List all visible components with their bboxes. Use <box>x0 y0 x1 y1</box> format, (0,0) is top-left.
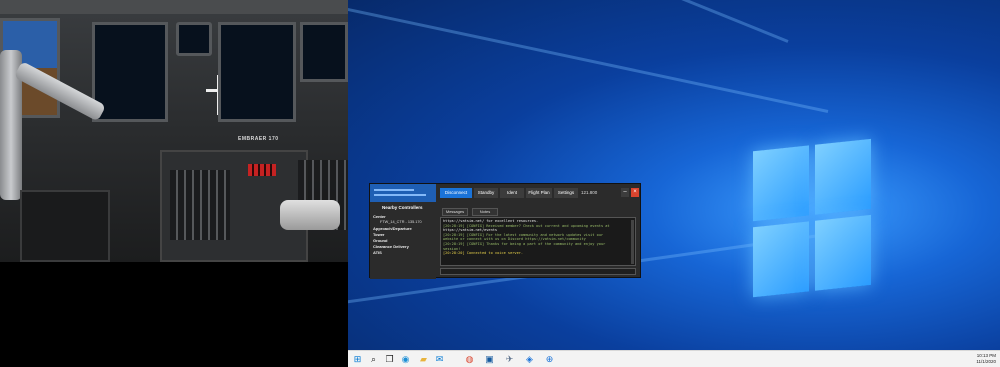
flight-plan-button[interactable]: Flight Plan <box>526 188 552 198</box>
status-line <box>374 194 426 196</box>
mail-icon[interactable]: ✉ <box>434 354 445 365</box>
tab-messages[interactable]: Messages <box>442 208 468 216</box>
photos-icon[interactable]: ▣ <box>484 354 495 365</box>
connection-status-panel <box>370 184 436 202</box>
nearby-controllers-panel: Nearby Controllers Center FTW_14_CTR - 1… <box>370 202 436 279</box>
edge-icon[interactable]: ◉ <box>400 354 411 365</box>
log-line: [20:28:20] Connected to voice server. <box>443 251 524 256</box>
cockpit-view: EMBRAER 170 <box>0 0 348 262</box>
windows-logo <box>753 138 873 302</box>
log-line: [20:28:19] [CONFIG] Thanks for being a p… <box>443 241 606 246</box>
vpilot-icon[interactable]: ◈ <box>524 354 535 365</box>
standby-instrument <box>176 22 212 56</box>
first-officer-display <box>300 22 348 82</box>
message-input[interactable] <box>440 268 636 275</box>
start-icon[interactable]: ⊞ <box>352 354 363 365</box>
light-beam <box>348 0 829 113</box>
disconnect-button[interactable]: Disconnect <box>440 188 472 198</box>
throttle-levers <box>280 200 340 230</box>
log-lines: https://vatsim.net/ for excellent resour… <box>443 219 633 256</box>
tab-notes[interactable]: Notes <box>472 208 498 216</box>
system-clock[interactable]: 10:13 PM 11/1/2020 <box>976 353 996 365</box>
message-log: https://vatsim.net/ for excellent resour… <box>440 217 636 266</box>
logo-pane <box>815 214 871 291</box>
frequency-display: 121.800 <box>581 190 598 195</box>
logo-pane <box>815 138 871 215</box>
minimize-button[interactable]: – <box>621 188 629 197</box>
nearby-controllers-title: Nearby Controllers <box>382 205 423 210</box>
settings-button[interactable]: Settings <box>554 188 578 198</box>
category-clearance-delivery[interactable]: Clearance Delivery <box>373 244 409 249</box>
mcdu-keypad <box>170 170 230 240</box>
warning-lights <box>248 164 276 176</box>
xplane-icon[interactable]: ✈ <box>504 354 515 365</box>
category-ground[interactable]: Ground <box>373 238 387 243</box>
file-explorer-icon[interactable]: ▰ <box>418 354 429 365</box>
chrome-icon[interactable]: ◍ <box>464 354 475 365</box>
clock-date: 11/1/2020 <box>976 359 996 364</box>
category-atis[interactable]: ATIS <box>373 250 382 255</box>
flight-tool-icon[interactable]: ⊕ <box>544 354 555 365</box>
windows-desktop <box>348 0 1000 350</box>
task-view-icon[interactable]: ❐ <box>384 354 395 365</box>
ident-button[interactable]: Ident <box>500 188 524 198</box>
search-icon[interactable]: ⌕ <box>368 354 379 365</box>
flight-simulator-window: EMBRAER 170 <box>0 0 348 350</box>
controller-entry[interactable]: FTW_14_CTR - 135.170 <box>380 220 422 224</box>
category-center[interactable]: Center <box>373 214 386 219</box>
logo-pane <box>753 221 809 298</box>
glareshield <box>0 0 348 14</box>
category-approach-departure[interactable]: Approach/Departure <box>373 226 412 231</box>
taskbar: ⊞ ⌕ ❐ ◉ ▰ ✉ ◍ ▣ ✈ ◈ ⊕ 10:13 PM 11/1/2020 <box>348 350 1000 367</box>
standby-button[interactable]: Standby <box>474 188 498 198</box>
black-area <box>0 350 348 367</box>
close-button[interactable]: × <box>631 188 639 197</box>
vpilot-client-window[interactable]: Disconnect Standby Ident Flight Plan Set… <box>369 183 641 279</box>
pilot-seat <box>20 190 110 262</box>
eicas-display <box>218 22 296 122</box>
aircraft-label: EMBRAER 170 <box>238 136 279 142</box>
logo-pane <box>753 145 809 222</box>
category-tower[interactable]: Tower <box>373 232 384 237</box>
log-scrollbar[interactable] <box>631 220 634 264</box>
status-line <box>374 189 414 191</box>
